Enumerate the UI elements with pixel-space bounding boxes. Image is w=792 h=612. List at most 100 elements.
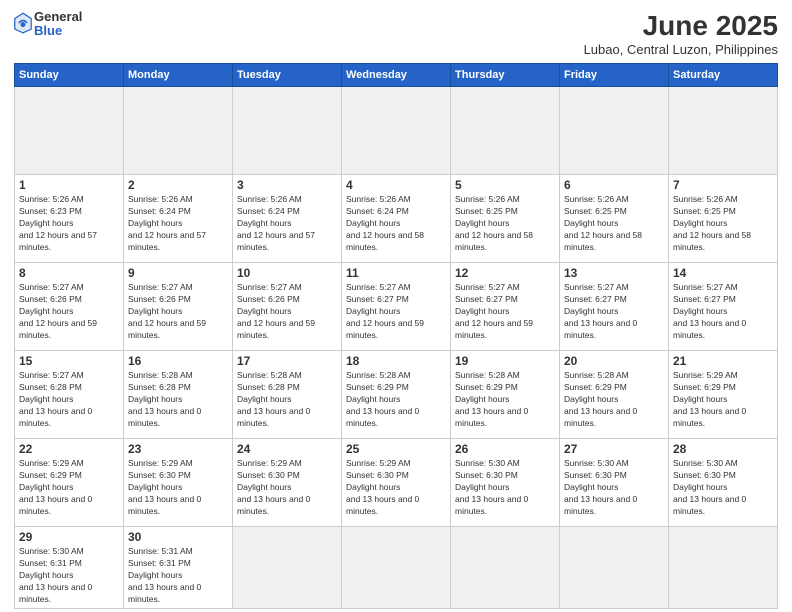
title-block: June 2025 Lubao, Central Luzon, Philippi…: [584, 10, 778, 57]
cell-content: Sunrise: 5:27 AMSunset: 6:27 PMDaylight …: [673, 282, 773, 341]
daylight-label: Daylight hours: [19, 482, 73, 492]
sunset-text: Sunset: 6:30 PM: [128, 470, 191, 480]
day-number: 12: [455, 266, 555, 280]
sunrise-text: Sunrise: 5:27 AM: [346, 282, 411, 292]
calendar-cell: 19Sunrise: 5:28 AMSunset: 6:29 PMDayligh…: [451, 351, 560, 439]
calendar-cell: 21Sunrise: 5:29 AMSunset: 6:29 PMDayligh…: [669, 351, 778, 439]
day-number: 19: [455, 354, 555, 368]
cell-content: Sunrise: 5:26 AMSunset: 6:25 PMDaylight …: [455, 194, 555, 253]
calendar-day-header: Monday: [124, 64, 233, 87]
cell-content: Sunrise: 5:30 AMSunset: 6:30 PMDaylight …: [564, 458, 664, 517]
calendar-header-row: SundayMondayTuesdayWednesdayThursdayFrid…: [15, 64, 778, 87]
daylight-label: Daylight hours: [346, 306, 400, 316]
daylight-label: Daylight hours: [128, 394, 182, 404]
sunrise-text: Sunrise: 5:26 AM: [673, 194, 738, 204]
cell-content: Sunrise: 5:28 AMSunset: 6:28 PMDaylight …: [237, 370, 337, 429]
sunset-text: Sunset: 6:28 PM: [128, 382, 191, 392]
sunset-text: Sunset: 6:25 PM: [673, 206, 736, 216]
sunset-text: Sunset: 6:25 PM: [455, 206, 518, 216]
calendar-cell: 9Sunrise: 5:27 AMSunset: 6:26 PMDaylight…: [124, 263, 233, 351]
daylight-value: and 12 hours and 58 minutes.: [346, 230, 424, 252]
calendar-cell: [233, 87, 342, 175]
page-container: General Blue June 2025 Lubao, Central Lu…: [0, 0, 792, 612]
daylight-label: Daylight hours: [128, 218, 182, 228]
sunrise-text: Sunrise: 5:29 AM: [346, 458, 411, 468]
calendar-cell: 26Sunrise: 5:30 AMSunset: 6:30 PMDayligh…: [451, 439, 560, 527]
daylight-label: Daylight hours: [673, 306, 727, 316]
cell-content: Sunrise: 5:30 AMSunset: 6:31 PMDaylight …: [19, 546, 119, 605]
calendar-cell: 1Sunrise: 5:26 AMSunset: 6:23 PMDaylight…: [15, 175, 124, 263]
sunset-text: Sunset: 6:24 PM: [128, 206, 191, 216]
calendar-day-header: Sunday: [15, 64, 124, 87]
sunrise-text: Sunrise: 5:28 AM: [346, 370, 411, 380]
sunset-text: Sunset: 6:31 PM: [19, 558, 82, 568]
calendar-cell: 2Sunrise: 5:26 AMSunset: 6:24 PMDaylight…: [124, 175, 233, 263]
cell-content: Sunrise: 5:27 AMSunset: 6:27 PMDaylight …: [564, 282, 664, 341]
day-number: 29: [19, 530, 119, 544]
sunset-text: Sunset: 6:30 PM: [237, 470, 300, 480]
sunrise-text: Sunrise: 5:26 AM: [19, 194, 84, 204]
daylight-value: and 12 hours and 59 minutes.: [128, 318, 206, 340]
day-number: 13: [564, 266, 664, 280]
sunrise-text: Sunrise: 5:28 AM: [237, 370, 302, 380]
daylight-label: Daylight hours: [455, 394, 509, 404]
cell-content: Sunrise: 5:29 AM Sunset: 6:30 PM Daylight …: [346, 458, 446, 517]
daylight-label: Daylight hours: [346, 394, 400, 404]
daylight-label: Daylight hours: [346, 482, 400, 492]
daylight-value: and 13 hours and 0 minutes.: [19, 582, 92, 604]
calendar-cell: 24Sunrise: 5:29 AMSunset: 6:30 PMDayligh…: [233, 439, 342, 527]
sunset-text: Sunset: 6:25 PM: [564, 206, 627, 216]
logo-blue: Blue: [34, 24, 82, 38]
calendar-cell: 23 Sunrise: 5:29 AMSunset: 6:30 PMDayligh…: [124, 439, 233, 527]
calendar-cell: 22Sunrise: 5:29 AMSunset: 6:29 PMDayligh…: [15, 439, 124, 527]
logo-general: General: [34, 10, 82, 24]
calendar: SundayMondayTuesdayWednesdayThursdayFrid…: [14, 63, 778, 609]
calendar-cell: [669, 87, 778, 175]
daylight-label: Daylight hours: [237, 306, 291, 316]
sunset-text: Sunset: 6:29 PM: [673, 382, 736, 392]
sunrise-text: Sunrise: 5:30 AM: [455, 458, 520, 468]
calendar-cell: [451, 87, 560, 175]
calendar-cell: 12Sunrise: 5:27 AMSunset: 6:27 PMDayligh…: [451, 263, 560, 351]
sunrise-text: Sunrise: 5:31 AM: [128, 546, 193, 556]
sunset-text: Sunset: 6:27 PM: [564, 294, 627, 304]
day-number: 17: [237, 354, 337, 368]
daylight-value: and 13 hours and 0 minutes.: [346, 494, 419, 516]
calendar-cell: 5Sunrise: 5:26 AMSunset: 6:25 PMDaylight…: [451, 175, 560, 263]
daylight-value: and 12 hours and 58 minutes.: [673, 230, 751, 252]
cell-content: Sunrise: 5:29 AMSunset: 6:29 PMDaylight …: [673, 370, 773, 429]
daylight-value: and 13 hours and 0 minutes.: [673, 318, 746, 340]
cell-content: Sunrise: 5:26 AMSunset: 6:24 PMDaylight …: [128, 194, 228, 253]
sunset-text: Sunset: 6:30 PM: [346, 470, 409, 480]
daylight-label: Daylight hours: [564, 218, 618, 228]
daylight-label: Daylight hours: [19, 306, 73, 316]
cell-content: Sunrise: 5:29 AMSunset: 6:30 PMDaylight …: [128, 458, 228, 517]
daylight-value: and 13 hours and 0 minutes.: [19, 406, 92, 428]
daylight-label: Daylight hours: [455, 482, 509, 492]
day-number: 23: [128, 442, 228, 456]
cell-content: Sunrise: 5:26 AMSunset: 6:25 PMDaylight …: [564, 194, 664, 253]
daylight-value: and 12 hours and 59 minutes.: [19, 318, 97, 340]
daylight-value: and 13 hours and 0 minutes.: [455, 406, 528, 428]
month-year: June 2025: [584, 10, 778, 42]
calendar-cell: 28Sunrise: 5:30 AMSunset: 6:30 PMDayligh…: [669, 439, 778, 527]
daylight-label: Daylight hours: [455, 218, 509, 228]
daylight-label: Daylight hours: [673, 394, 727, 404]
sunrise-text: Sunrise: 5:26 AM: [237, 194, 302, 204]
daylight-label: Daylight hours: [346, 218, 400, 228]
cell-content: Sunrise: 5:27 AMSunset: 6:26 PMDaylight …: [128, 282, 228, 341]
sunrise-text: Sunrise: 5:28 AM: [564, 370, 629, 380]
sunrise-text: Sunrise: 5:27 AM: [19, 370, 84, 380]
calendar-cell: [124, 87, 233, 175]
sunset-text: Sunset: 6:26 PM: [237, 294, 300, 304]
daylight-value: and 13 hours and 0 minutes.: [128, 582, 201, 604]
calendar-cell: [669, 527, 778, 609]
daylight-label: Daylight hours: [564, 394, 618, 404]
day-number: 11: [346, 266, 446, 280]
daylight-value: and 13 hours and 0 minutes.: [128, 494, 201, 516]
daylight-value: and 13 hours and 0 minutes.: [673, 406, 746, 428]
calendar-cell: 29 Sunrise: 5:30 AMSunset: 6:31 PMDayligh…: [15, 527, 124, 609]
sunrise-text: Sunrise: 5:27 AM: [237, 282, 302, 292]
day-number: 16: [128, 354, 228, 368]
sunset-text: Sunset: 6:26 PM: [128, 294, 191, 304]
